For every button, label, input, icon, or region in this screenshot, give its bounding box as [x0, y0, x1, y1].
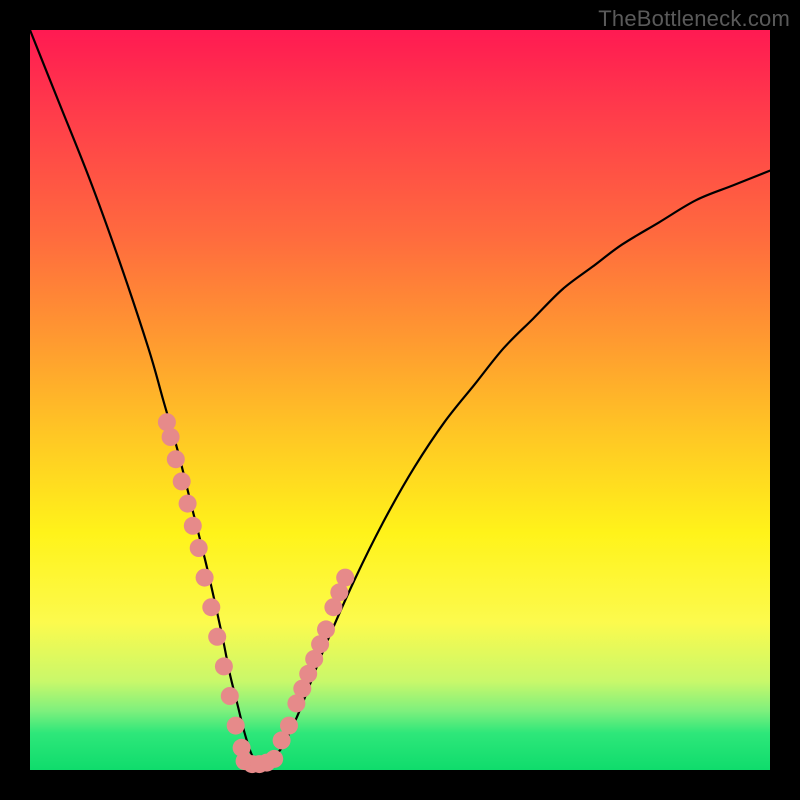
plot-area	[30, 30, 770, 770]
data-marker	[336, 569, 354, 587]
bottleneck-curve	[30, 30, 770, 764]
data-marker	[215, 657, 233, 675]
data-marker	[190, 539, 208, 557]
data-marker	[208, 628, 226, 646]
marker-cluster-bottom	[236, 750, 284, 773]
data-marker	[202, 598, 220, 616]
data-marker	[184, 517, 202, 535]
data-marker	[265, 750, 283, 768]
data-marker	[227, 717, 245, 735]
data-marker	[179, 495, 197, 513]
data-marker	[317, 620, 335, 638]
data-marker	[167, 450, 185, 468]
chart-canvas: TheBottleneck.com	[0, 0, 800, 800]
data-marker	[162, 428, 180, 446]
watermark-text: TheBottleneck.com	[598, 6, 790, 32]
data-marker	[280, 717, 298, 735]
data-marker	[173, 472, 191, 490]
data-marker	[221, 687, 239, 705]
data-marker	[196, 569, 214, 587]
chart-svg	[30, 30, 770, 770]
marker-cluster-right	[273, 569, 355, 750]
